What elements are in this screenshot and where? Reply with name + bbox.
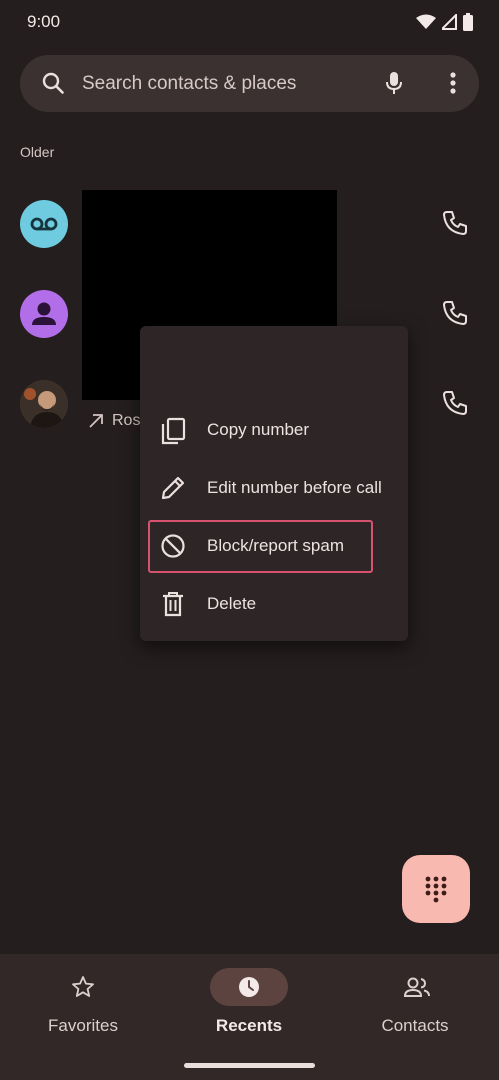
battery-icon	[463, 13, 473, 31]
copy-icon	[161, 417, 186, 445]
phone-call-icon[interactable]	[442, 300, 468, 326]
voicemail-avatar	[20, 200, 68, 248]
phone-call-icon[interactable]	[442, 210, 468, 236]
nav-contacts[interactable]: Contacts	[332, 954, 498, 1054]
nav-label: Recents	[215, 1016, 283, 1035]
person-icon	[32, 302, 56, 325]
search-bar[interactable]: Search contacts & places	[20, 55, 479, 112]
nav-label: Contacts	[381, 1016, 449, 1035]
nav-label: Favorites	[48, 1016, 118, 1035]
menu-item-label: Delete	[207, 594, 257, 613]
people-icon	[403, 977, 430, 997]
more-options-icon[interactable]	[449, 71, 457, 95]
menu-item-copy-number[interactable]: Copy number	[140, 402, 408, 460]
photo-avatar	[20, 380, 68, 428]
nav-icon-container	[376, 968, 454, 1006]
search-input[interactable]: Search contacts & places	[82, 73, 296, 95]
nav-icon-container	[44, 968, 122, 1006]
mic-icon[interactable]	[385, 71, 403, 95]
clock-icon	[239, 977, 259, 997]
nav-recents[interactable]: Recents	[166, 954, 332, 1054]
outgoing-arrow-icon	[89, 414, 103, 428]
bottom-navigation: Favorites Recents Contacts	[0, 954, 499, 1080]
status-icons	[416, 13, 473, 31]
section-header-older: Older	[20, 144, 55, 160]
signal-icon	[442, 14, 457, 30]
contact-photo	[20, 380, 68, 428]
search-icon	[42, 72, 64, 94]
voicemail-icon	[30, 217, 58, 231]
trash-icon	[163, 592, 183, 617]
call-detail-text: Ros	[112, 412, 141, 429]
phone-call-icon[interactable]	[442, 390, 468, 416]
menu-item-edit-number[interactable]: Edit number before call	[140, 460, 408, 518]
status-time: 9:00	[27, 12, 61, 31]
context-menu: Copy number Edit number before call Bloc…	[140, 326, 408, 641]
home-indicator[interactable]	[184, 1063, 315, 1068]
star-icon	[72, 976, 94, 997]
status-bar: 9:00	[0, 0, 499, 44]
person-avatar	[20, 290, 68, 338]
menu-item-label: Copy number	[207, 420, 310, 439]
nav-favorites[interactable]: Favorites	[0, 954, 166, 1054]
pencil-icon	[161, 476, 185, 500]
highlight-annotation	[148, 520, 373, 573]
dialpad-button[interactable]	[402, 855, 470, 923]
dialpad-icon	[425, 876, 447, 903]
menu-item-label: Edit number before call	[207, 478, 382, 497]
menu-item-delete[interactable]: Delete	[140, 576, 408, 634]
nav-icon-container	[210, 968, 288, 1006]
wifi-icon	[416, 14, 436, 29]
call-detail: Ros	[88, 412, 140, 430]
